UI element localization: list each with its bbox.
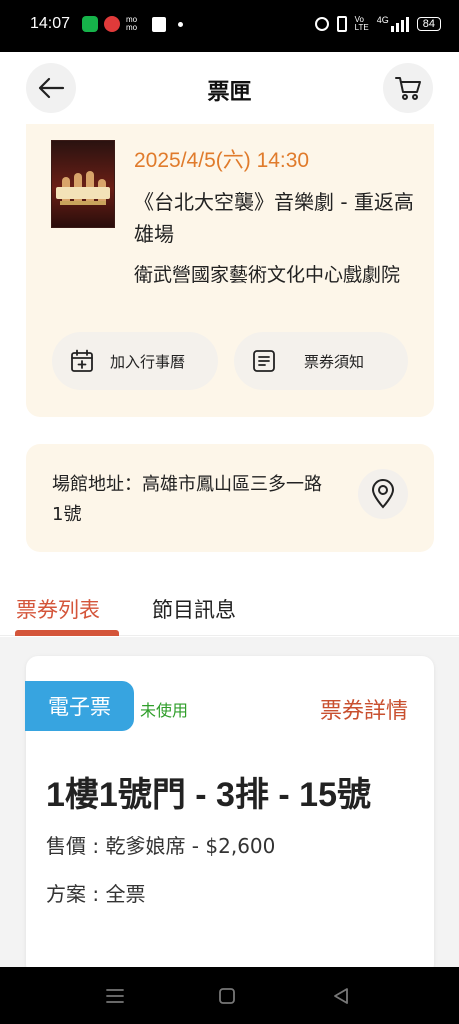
line-icon (82, 16, 98, 32)
ticket-detail-link[interactable]: 票券詳情 (320, 693, 408, 725)
tab-ticket-list[interactable]: 票券列表 (16, 594, 100, 624)
tab-program-info[interactable]: 節目訊息 (152, 594, 236, 624)
add-to-calendar-button[interactable]: 加入行事曆 (52, 332, 218, 390)
cart-icon (395, 77, 421, 100)
signal-icon: 4G (377, 16, 409, 32)
event-poster[interactable] (51, 140, 115, 228)
tab-bar: 票券列表 節目訊息 (0, 582, 459, 636)
vibrate-icon (336, 16, 347, 32)
system-nav-bar (0, 967, 459, 1024)
notification-icons: mo mo (82, 16, 183, 32)
ticket-seat: 1樓1號門 - 3排 - 15號 (46, 776, 371, 814)
home-icon[interactable] (216, 985, 238, 1007)
back-triangle-icon[interactable] (330, 985, 352, 1007)
calendar-plus-icon (71, 349, 93, 372)
event-datetime: 2025/4/5(六) 14:30 (134, 149, 310, 172)
venue-address: 場館地址：高雄市鳳山區三多一路1號 (52, 474, 322, 525)
add-to-calendar-label: 加入行事曆 (110, 352, 186, 371)
recent-apps-icon[interactable] (104, 985, 126, 1007)
ticket-price: 售價 : 乾爹娘席 - $2,600 (46, 834, 276, 858)
more-dot-icon (178, 21, 183, 27)
system-icons: Vo LTE 4G 84 (314, 15, 441, 32)
ticket-notice-button[interactable]: 票券須知 (234, 332, 408, 390)
event-venue: 衛武營國家藝術文化中心戲劇院 (134, 264, 401, 286)
status-time: 14:07 (30, 15, 71, 32)
event-card: 2025/4/5(六) 14:30 《台北大空襲》音樂劇 - 重返高雄場 衛武營… (26, 124, 434, 417)
open-map-button[interactable] (358, 469, 408, 519)
ticket-list: 電子票 未使用 票券詳情 1樓1號門 - 3排 - 15號 售價 : 乾爹娘席 … (0, 637, 459, 976)
ticket-status: 未使用 (140, 701, 189, 720)
venue-address-card: 場館地址：高雄市鳳山區三多一路1號 (26, 444, 434, 552)
app-screen: 票匣 2025/4/5(六) 14:30 《台北大空襲》音樂劇 - 重返高雄場 … (0, 52, 459, 976)
app-notification-icon (104, 16, 120, 32)
document-list-icon (253, 350, 275, 372)
battery-icon: 84 (416, 17, 441, 31)
map-pin-icon (371, 479, 395, 509)
ticket-notice-label: 票券須知 (304, 352, 365, 371)
alarm-icon (314, 17, 329, 31)
active-tab-indicator (15, 630, 119, 636)
event-name: 《台北大空襲》音樂劇 - 重返高雄場 (134, 190, 414, 246)
e-ticket-tag: 電子票 (25, 681, 134, 731)
cart-button[interactable] (383, 63, 433, 113)
status-bar: 14:07 mo mo Vo LTE 4G 84 (0, 0, 459, 52)
ticket-plan: 方案 : 全票 (46, 882, 146, 906)
volte-icon: Vo LTE (354, 15, 369, 32)
momo-icon: mo mo (126, 15, 138, 32)
shopping-bag-icon (152, 16, 166, 32)
ticket-card[interactable]: 電子票 未使用 票券詳情 1樓1號門 - 3排 - 15號 售價 : 乾爹娘席 … (25, 656, 434, 976)
header: 票匣 (0, 52, 459, 124)
